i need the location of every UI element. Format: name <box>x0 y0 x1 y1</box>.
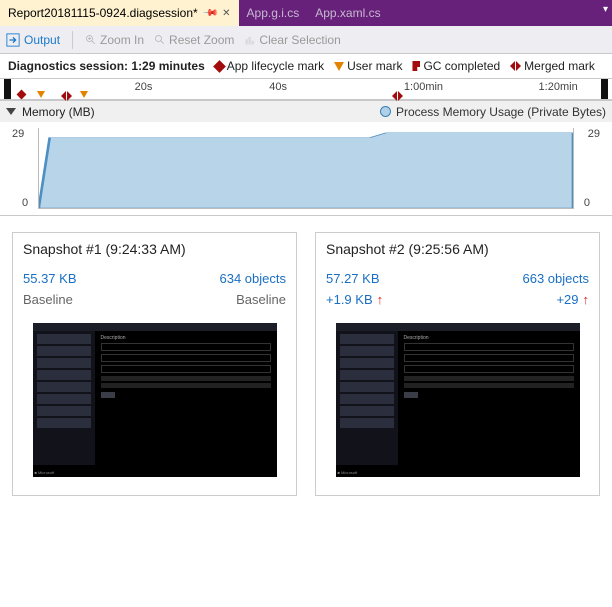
ruler-tick: 1:00min <box>404 81 443 93</box>
ruler-tick: 20s <box>135 81 153 93</box>
tab-active[interactable]: Report20181115-0924.diagsession* 📌 ✕ <box>0 0 239 26</box>
memory-title: Memory (MB) <box>22 105 95 119</box>
snapshot-thumbnail[interactable]: Description ■ Microsoft <box>336 323 580 477</box>
snapshot-size-link[interactable]: 57.27 KB <box>326 271 380 286</box>
clear-selection-button[interactable]: Clear Selection <box>244 33 340 47</box>
y-tick-min-right: 0 <box>584 197 590 209</box>
timeline-handle-right[interactable] <box>601 79 608 99</box>
snapshot-objects-link[interactable]: 634 objects <box>220 271 287 286</box>
close-icon[interactable]: ✕ <box>222 8 230 19</box>
merged-icon <box>392 91 403 101</box>
y-tick-max-left: 29 <box>12 128 24 140</box>
diamond-icon <box>213 60 226 73</box>
y-tick-min-left: 0 <box>22 197 28 209</box>
tab-app-gi[interactable]: App.g.i.cs <box>239 0 308 26</box>
snapshot-size-delta[interactable]: +1.9 KB ↑ <box>326 292 383 307</box>
flag-icon <box>412 61 420 71</box>
legend-merged: Merged mark <box>510 59 595 73</box>
snapshot-objects-delta[interactable]: +29 ↑ <box>556 292 589 307</box>
snapshot-thumbnail[interactable]: Description ■ Microsoft <box>33 323 277 477</box>
document-tabs: Report20181115-0924.diagsession* 📌 ✕ App… <box>0 0 612 26</box>
legend-gc: GC completed <box>412 59 500 73</box>
tab-label: App.g.i.cs <box>247 6 300 20</box>
tab-label: App.xaml.cs <box>315 6 380 20</box>
clear-selection-label: Clear Selection <box>259 33 340 47</box>
arrow-up-icon: ↑ <box>583 292 590 307</box>
separator <box>72 31 73 49</box>
triangle-icon <box>80 91 88 98</box>
legend-usermark: User mark <box>334 59 402 73</box>
triangle-icon <box>37 91 45 98</box>
plot-area <box>38 128 574 209</box>
merged-icon <box>61 91 72 101</box>
zoom-in-label: Zoom In <box>100 33 144 47</box>
output-label: Output <box>24 33 60 47</box>
toolbar: Output Zoom In Reset Zoom Clear Selectio… <box>0 26 612 54</box>
snapshot-size-link[interactable]: 55.37 KB <box>23 271 77 286</box>
merged-icon <box>510 61 521 71</box>
tab-overflow-icon[interactable]: ▾ <box>603 4 608 15</box>
tab-app-xaml[interactable]: App.xaml.cs <box>307 0 388 26</box>
reset-zoom-button[interactable]: Reset Zoom <box>154 33 234 47</box>
reset-zoom-label: Reset Zoom <box>169 33 234 47</box>
arrow-up-icon: ↑ <box>377 292 384 307</box>
ruler-tick: 1:20min <box>539 81 578 93</box>
output-button[interactable]: Output <box>6 33 60 47</box>
snapshot-card-2: Snapshot #2 (9:25:56 AM) 57.27 KB 663 ob… <box>315 232 600 496</box>
legend-lifecycle: App lifecycle mark <box>215 59 324 73</box>
reset-zoom-icon <box>154 34 166 46</box>
snapshot-cards: Snapshot #1 (9:24:33 AM) 55.37 KB 634 ob… <box>0 216 612 512</box>
output-icon <box>6 33 20 47</box>
snapshot-objects-link[interactable]: 663 objects <box>523 271 590 286</box>
snapshot-title: Snapshot #1 (9:24:33 AM) <box>23 241 286 257</box>
collapse-icon[interactable] <box>6 108 16 115</box>
session-header: Diagnostics session: 1:29 minutes App li… <box>0 54 612 78</box>
memory-legend: Process Memory Usage (Private Bytes) <box>396 105 606 119</box>
legend-dot-icon <box>380 106 391 117</box>
timeline-ruler[interactable]: 20s 40s 1:00min 1:20min <box>0 78 612 100</box>
clear-icon <box>244 34 256 46</box>
snapshot-card-1: Snapshot #1 (9:24:33 AM) 55.37 KB 634 ob… <box>12 232 297 496</box>
diamond-icon <box>17 90 27 100</box>
zoom-in-button[interactable]: Zoom In <box>85 33 144 47</box>
pin-icon[interactable]: 📌 <box>202 5 219 22</box>
snapshot-baseline-right: Baseline <box>236 292 286 307</box>
snapshot-title: Snapshot #2 (9:25:56 AM) <box>326 241 589 257</box>
ruler-tick: 40s <box>269 81 287 93</box>
y-tick-max-right: 29 <box>588 128 600 140</box>
zoom-in-icon <box>85 34 97 46</box>
triangle-icon <box>334 62 344 71</box>
snapshot-baseline-left: Baseline <box>23 292 73 307</box>
memory-section-header[interactable]: Memory (MB) Process Memory Usage (Privat… <box>0 100 612 122</box>
timeline-handle-left[interactable] <box>4 79 11 99</box>
tab-label: Report20181115-0924.diagsession* <box>8 6 198 20</box>
session-label: Diagnostics session: 1:29 minutes <box>8 59 205 73</box>
memory-chart[interactable]: 29 0 29 0 <box>0 122 612 216</box>
